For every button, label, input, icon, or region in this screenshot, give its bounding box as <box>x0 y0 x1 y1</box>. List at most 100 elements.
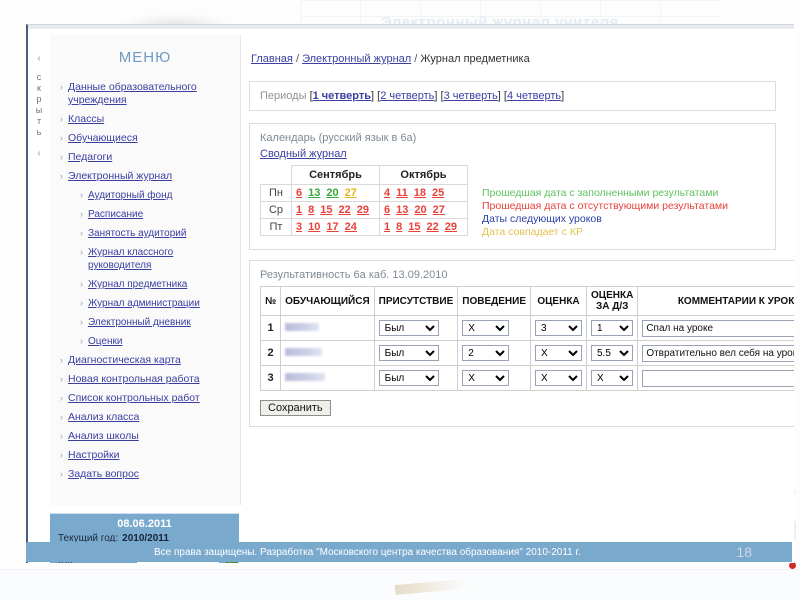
sidebar-item-11[interactable]: ›Электронный дневник <box>54 313 240 332</box>
breadcrumb-item-journal[interactable]: Электронный журнал <box>302 53 411 65</box>
sidebar-item-label[interactable]: Электронный дневник <box>88 316 191 329</box>
calendar-day-22[interactable]: 22 <box>339 204 351 216</box>
homework-mark-select[interactable]: X123455.5 <box>591 370 633 386</box>
calendar-day-13[interactable]: 13 <box>396 204 408 216</box>
sidebar-item-2[interactable]: ›Обучающиеся <box>54 129 240 148</box>
sidebar-item-label[interactable]: Классы <box>68 113 104 126</box>
calendar-header-row: Сентябрь Октябрь <box>261 166 468 185</box>
sidebar-item-9[interactable]: ›Журнал предметника <box>54 275 240 294</box>
chevron-right-icon: › <box>60 392 63 405</box>
behaviour-select[interactable]: X123455.5 <box>462 320 509 336</box>
calendar-day-4[interactable]: 4 <box>384 187 390 199</box>
calendar-day-27[interactable]: 27 <box>433 204 445 216</box>
sidebar-item-18[interactable]: ›Настройки <box>54 446 240 465</box>
sidebar-item-label[interactable]: Настройки <box>68 449 120 462</box>
period-link-2[interactable]: 2 четверть <box>380 90 434 102</box>
calendar-day-11[interactable]: 11 <box>396 187 408 199</box>
sidebar-item-label[interactable]: Анализ класса <box>68 411 139 424</box>
sidebar-item-13[interactable]: ›Диагностическая карта <box>54 351 240 370</box>
sidebar-item-7[interactable]: ›Занятость аудиторий <box>54 224 240 243</box>
behaviour-select[interactable]: X123455.5 <box>462 345 509 361</box>
calendar-day-20[interactable]: 20 <box>326 187 338 199</box>
sidebar-item-label[interactable]: Расписание <box>88 208 143 221</box>
calendar-day-22[interactable]: 22 <box>427 221 439 233</box>
sidebar-item-label[interactable]: Аудиторный фонд <box>88 189 172 202</box>
calendar-day-29[interactable]: 29 <box>445 221 457 233</box>
period-link-1[interactable]: 1 четверть <box>313 90 371 102</box>
period-link-4[interactable]: 4 четверть <box>507 90 561 102</box>
calendar-day-10[interactable]: 10 <box>308 221 320 233</box>
window-top-border <box>28 25 794 29</box>
sidebar-item-label[interactable]: Педагоги <box>68 151 112 164</box>
calendar-day-8[interactable]: 8 <box>396 221 402 233</box>
sidebar-item-label[interactable]: Занятость аудиторий <box>88 227 186 240</box>
sidebar-item-17[interactable]: ›Анализ школы <box>54 427 240 446</box>
save-button[interactable]: Сохранить <box>260 400 331 416</box>
presence-cell: БылНе был <box>374 341 458 366</box>
calendar-day-8[interactable]: 8 <box>308 204 314 216</box>
sidebar-item-12[interactable]: ›Оценки <box>54 332 240 351</box>
sidebar-item-label[interactable]: Новая контрольная работа <box>68 373 200 386</box>
sidebar-item-16[interactable]: ›Анализ класса <box>54 408 240 427</box>
behaviour-select[interactable]: X123455.5 <box>462 370 509 386</box>
comment-input[interactable] <box>642 370 794 387</box>
sidebar-item-19[interactable]: ›Задать вопрос <box>54 465 240 484</box>
presence-select[interactable]: БылНе был <box>379 370 439 386</box>
collapse-left-icon[interactable]: ‹ <box>37 53 40 64</box>
collapse-left-icon-2[interactable]: ‹ <box>37 148 40 159</box>
sidebar-item-label[interactable]: Анализ школы <box>68 430 139 443</box>
calendar-day-17[interactable]: 17 <box>326 221 338 233</box>
sidebar-item-label[interactable]: Журнал предметника <box>88 278 187 291</box>
mark-select[interactable]: X123455.5 <box>535 320 582 336</box>
sidebar-item-5[interactable]: ›Аудиторный фонд <box>54 186 240 205</box>
homework-mark-cell: X123455.5 <box>587 341 638 366</box>
sidebar-item-0[interactable]: ›Данные образовательного учреждения <box>54 78 240 110</box>
sidebar-item-6[interactable]: ›Расписание <box>54 205 240 224</box>
calendar-day-29[interactable]: 29 <box>357 204 369 216</box>
sidebar-item-label[interactable]: Задать вопрос <box>68 468 139 481</box>
summary-journal-link[interactable]: Сводный журнал <box>260 148 347 160</box>
calendar-day-13[interactable]: 13 <box>308 187 320 199</box>
sidebar-item-14[interactable]: ›Новая контрольная работа <box>54 370 240 389</box>
sidebar-item-15[interactable]: › Список контрольных работ <box>54 389 240 408</box>
calendar-day-15[interactable]: 15 <box>408 221 420 233</box>
sidebar-collapse-rail[interactable]: ‹ с к р ы т ь ‹ <box>28 35 50 505</box>
sidebar-item-label[interactable]: Диагностическая карта <box>68 354 181 367</box>
calendar-day-1[interactable]: 1 <box>384 221 390 233</box>
breadcrumb-separator-1: / <box>296 53 299 65</box>
breadcrumb-item-home[interactable]: Главная <box>251 53 293 65</box>
calendar-day-6[interactable]: 6 <box>384 204 390 216</box>
presence-select[interactable]: БылНе был <box>379 345 439 361</box>
sidebar-item-10[interactable]: ›Журнал администрации <box>54 294 240 313</box>
calendar-day-6[interactable]: 6 <box>296 187 302 199</box>
homework-mark-select[interactable]: X123455.5 <box>591 320 633 336</box>
calendar-day-24[interactable]: 24 <box>345 221 357 233</box>
calendar-day-20[interactable]: 20 <box>414 204 426 216</box>
main-content: Главная / Электронный журнал / Журнал пр… <box>241 35 794 563</box>
mark-select[interactable]: X123455.5 <box>535 370 582 386</box>
mark-select[interactable]: X123455.5 <box>535 345 582 361</box>
calendar-day-18[interactable]: 18 <box>414 187 426 199</box>
calendar-day-15[interactable]: 15 <box>320 204 332 216</box>
sidebar-item-1[interactable]: ›Классы <box>54 110 240 129</box>
calendar-day-3[interactable]: 3 <box>296 221 302 233</box>
sidebar-item-label[interactable]: Данные образовательного учреждения <box>68 81 236 107</box>
sidebar-item-label[interactable]: Электронный журнал <box>68 170 172 183</box>
period-link-3[interactable]: 3 четверть <box>444 90 498 102</box>
current-date: 08.06.2011 <box>50 514 239 532</box>
comment-input[interactable] <box>642 345 794 362</box>
presence-select[interactable]: БылНе был <box>379 320 439 336</box>
calendar-day-25[interactable]: 25 <box>432 187 444 199</box>
calendar-day-1[interactable]: 1 <box>296 204 302 216</box>
sidebar-item-label[interactable]: Обучающиеся <box>68 132 138 145</box>
sidebar-item-label[interactable]: Список контрольных работ <box>68 392 200 405</box>
calendar-day-27[interactable]: 27 <box>345 187 357 199</box>
sidebar-item-label[interactable]: Журнал классного руководителя <box>88 246 236 272</box>
sidebar-item-8[interactable]: ›Журнал классного руководителя <box>54 243 240 275</box>
sidebar-item-label[interactable]: Оценки <box>88 335 122 348</box>
homework-mark-select[interactable]: X123455.5 <box>591 345 633 361</box>
comment-input[interactable] <box>642 320 794 337</box>
sidebar-item-3[interactable]: ›Педагоги <box>54 148 240 167</box>
sidebar-item-label[interactable]: Журнал администрации <box>88 297 200 310</box>
sidebar-item-4[interactable]: ›Электронный журнал <box>54 167 240 186</box>
